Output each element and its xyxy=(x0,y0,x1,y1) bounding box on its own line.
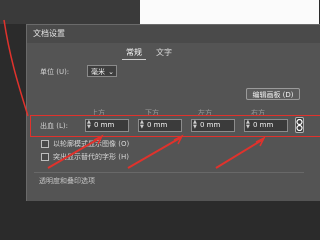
annotation-arrows xyxy=(3,19,266,169)
